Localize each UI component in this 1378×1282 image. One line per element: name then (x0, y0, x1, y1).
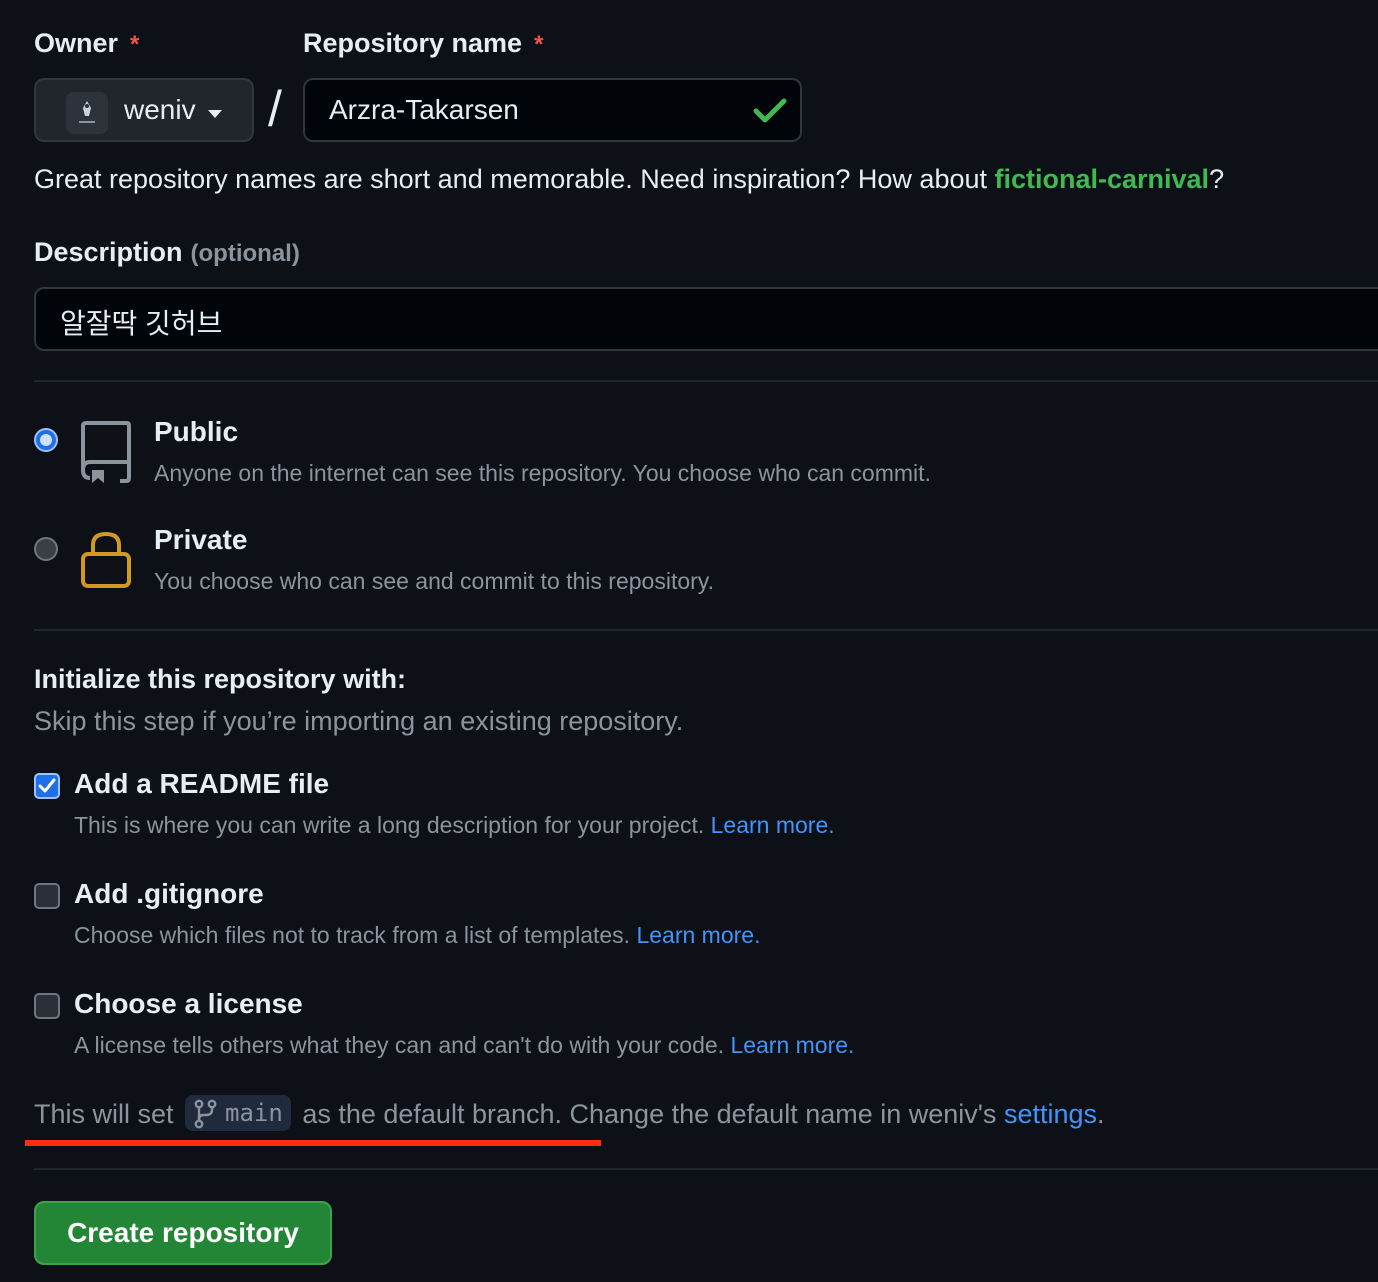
readme-checkbox[interactable] (34, 773, 60, 799)
branch-note-middle: as the default branch. Change the defaul… (294, 1099, 1004, 1130)
description-input[interactable]: 알잘딱 깃허브 (34, 287, 1378, 351)
repo-name-value: Arzra-Takarsen (329, 94, 519, 125)
owner-repo-separator: / (268, 81, 282, 137)
public-radio-dot (40, 434, 52, 446)
repo-name-label: Repository name * (303, 28, 543, 59)
license-learn-more-link[interactable]: Learn more. (730, 1032, 854, 1058)
owner-label: Owner * (34, 28, 139, 59)
private-desc: You choose who can see and commit to thi… (154, 568, 714, 594)
annotation-underline (25, 1140, 601, 1146)
owner-label-text: Owner (34, 28, 119, 58)
chevron-down-icon (208, 110, 222, 118)
description-label-text: Description (34, 237, 183, 267)
divider (34, 380, 1378, 382)
repo-icon (81, 421, 131, 483)
description-optional: (optional) (190, 240, 300, 267)
create-repository-button[interactable]: Create repository (34, 1201, 332, 1265)
owner-avatar (66, 92, 108, 134)
owner-dropdown[interactable]: weniv (34, 78, 254, 142)
branch-pill: main (185, 1095, 291, 1131)
repo-name-label-text: Repository name (303, 28, 523, 58)
init-section-title: Initialize this repository with: (34, 664, 407, 694)
license-desc-text: A license tells others what they can and… (74, 1032, 731, 1058)
name-suggestion-link[interactable]: fictional-carnival (995, 164, 1210, 194)
repo-name-required-mark: * (534, 31, 544, 58)
divider (34, 629, 1378, 631)
owner-name: weniv (124, 94, 196, 125)
weniv-logo-icon (66, 92, 108, 134)
public-title: Public (154, 416, 239, 447)
description-label: Description (optional) (34, 237, 300, 268)
gitignore-checkbox[interactable] (34, 883, 60, 909)
public-desc: Anyone on the internet can see this repo… (154, 460, 931, 486)
gitignore-title: Add .gitignore (74, 878, 264, 909)
settings-link[interactable]: settings (1004, 1099, 1097, 1129)
gitignore-desc-text: Choose which files not to track from a l… (74, 922, 637, 948)
divider (34, 1168, 1378, 1170)
init-section-subtitle: Skip this step if you’re importing an ex… (34, 706, 684, 736)
readme-learn-more-link[interactable]: Learn more. (711, 812, 835, 838)
hint-prefix: Great repository names are short and mem… (34, 164, 995, 194)
license-desc: A license tells others what they can and… (74, 1032, 854, 1059)
readme-desc: This is where you can write a long descr… (74, 812, 835, 839)
git-branch-icon (194, 1099, 217, 1129)
license-checkbox[interactable] (34, 993, 60, 1019)
readme-desc-text: This is where you can write a long descr… (74, 812, 711, 838)
description-value: 알잘딱 깃허브 (60, 308, 223, 339)
private-title: Private (154, 524, 248, 555)
branch-note-prefix: This will set (34, 1099, 182, 1130)
check-icon (38, 778, 56, 793)
gitignore-desc: Choose which files not to track from a l… (74, 922, 760, 949)
repo-name-hint: Great repository names are short and mem… (34, 164, 1224, 195)
public-radio-circle (34, 428, 58, 452)
public-radio[interactable] (34, 428, 58, 452)
readme-title: Add a README file (74, 768, 330, 799)
branch-note-suffix: . (1097, 1099, 1105, 1130)
license-title: Choose a license (74, 988, 303, 1019)
lock-icon (81, 531, 131, 588)
hint-suffix: ? (1209, 164, 1225, 194)
owner-required-mark: * (130, 31, 140, 58)
branch-name: main (225, 1099, 283, 1127)
repo-name-input[interactable]: Arzra-Takarsen (303, 78, 802, 142)
private-radio[interactable] (34, 537, 58, 561)
default-branch-note: This will set main as the default branch… (34, 1095, 1105, 1134)
check-icon (753, 98, 787, 123)
gitignore-learn-more-link[interactable]: Learn more. (636, 922, 760, 948)
